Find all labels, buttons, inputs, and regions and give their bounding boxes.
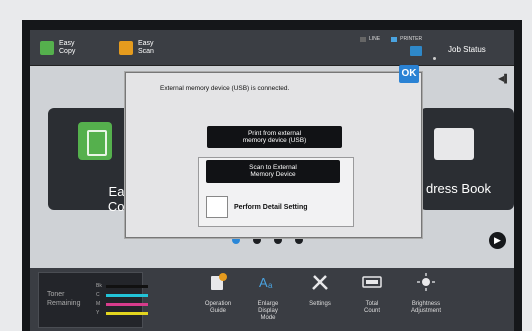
scan-options-group: Scan to External Memory Device Perform D… <box>198 157 354 227</box>
line-indicator-icon <box>360 36 366 42</box>
copy-icon <box>78 122 112 160</box>
enlarge-display-label: Enlarge Display Mode <box>257 301 279 321</box>
easy-scan-label: Easy Scan <box>138 40 154 55</box>
counter-icon <box>362 276 382 288</box>
total-count-label: Total Count <box>363 301 380 314</box>
toner-m-key: M <box>96 301 101 307</box>
book-icon <box>211 273 227 290</box>
svg-text:a: a <box>268 281 273 290</box>
line-label: LINE <box>369 36 381 42</box>
print-from-usb-button[interactable]: Print from external memory device (USB) <box>207 126 342 148</box>
ok-button[interactable]: OK <box>399 65 419 83</box>
toner-c-bar <box>106 293 148 297</box>
toner-m-row: M <box>96 301 148 307</box>
operation-guide-button[interactable]: Operation Guide <box>193 272 243 315</box>
settings-label: Settings <box>309 301 331 307</box>
dialog-message: External memory device (USB) is connecte… <box>160 85 290 92</box>
brightness-adjustment-button[interactable]: Brightness Adjustment <box>401 272 451 315</box>
toner-remaining-label: Toner Remaining <box>47 291 81 307</box>
toner-y-bar <box>106 311 148 315</box>
usb-connected-dialog: External memory device (USB) is connecte… <box>125 65 422 238</box>
easy-scan-mode-button[interactable]: Easy Scan <box>119 36 168 60</box>
printer-indicator-icon <box>391 36 398 42</box>
toner-bk-bar <box>106 284 148 288</box>
detail-setting-checkbox[interactable] <box>206 196 228 218</box>
toner-c-row: C <box>96 292 148 298</box>
job-status-button[interactable]: Job Status <box>448 45 486 54</box>
bottom-bar: Toner Remaining Bk C M Y Operation Guide… <box>30 268 514 331</box>
enlarge-display-button[interactable]: A a Enlarge Display Mode <box>243 272 293 322</box>
easy-copy-label: Easy Copy <box>59 40 76 55</box>
toner-bk-row: Bk <box>96 283 148 289</box>
toner-remaining-panel: Toner Remaining Bk C M Y <box>38 272 148 328</box>
total-count-button[interactable]: Total Count <box>347 272 397 315</box>
printer-icon <box>410 46 422 56</box>
brightness-icon <box>417 273 435 291</box>
enlarge-text-icon: A a <box>259 275 273 290</box>
status-dot-icon <box>433 57 436 60</box>
touch-screen: Easy Copy Easy Scan LINE PRINTER Job Sta… <box>30 30 514 331</box>
settings-button[interactable]: Settings <box>295 272 345 308</box>
address-book-tile-label: dress Book <box>426 181 492 196</box>
scan-icon <box>119 41 133 55</box>
tools-icon <box>312 275 328 290</box>
easy-copy-mode-button[interactable]: Easy Copy <box>40 36 89 60</box>
operation-guide-label: Operation Guide <box>204 301 232 314</box>
toner-bk-key: Bk <box>96 283 102 289</box>
svg-text:A: A <box>259 275 268 290</box>
sidebar-toggle-icon[interactable]: ◀▌ <box>498 74 510 83</box>
address-book-icon <box>434 128 474 160</box>
printer-label: PRINTER <box>400 36 423 42</box>
toner-y-key: Y <box>96 310 100 316</box>
next-page-button[interactable]: ▶ <box>489 232 506 249</box>
scan-to-usb-button[interactable]: Scan to External Memory Device <box>206 160 340 183</box>
toner-m-bar <box>106 302 148 306</box>
detail-setting-label: Perform Detail Setting <box>234 204 308 211</box>
address-book-tile[interactable]: dress Book <box>420 108 514 210</box>
brightness-adjustment-label: Brightness Adjustment <box>410 301 441 314</box>
top-bar: Easy Copy Easy Scan LINE PRINTER Job Sta… <box>30 30 514 66</box>
copy-icon <box>40 41 54 55</box>
status-indicators: LINE PRINTER <box>360 36 422 42</box>
toner-y-row: Y <box>96 310 148 316</box>
toner-c-key: C <box>96 292 100 298</box>
